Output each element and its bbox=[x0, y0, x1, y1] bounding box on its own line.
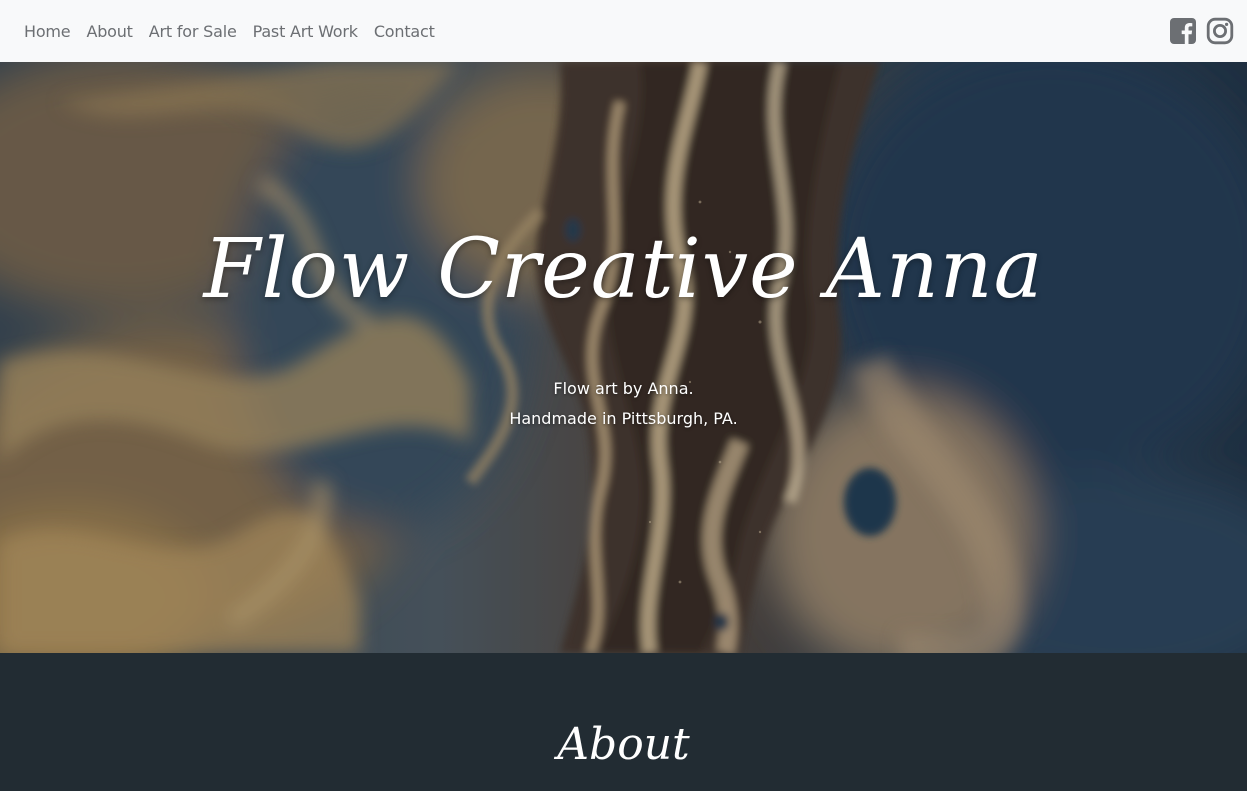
hero-overlay bbox=[0, 62, 1247, 653]
nav-link-about[interactable]: About bbox=[86, 22, 133, 41]
about-section: About bbox=[0, 653, 1247, 791]
nav-link-contact[interactable]: Contact bbox=[374, 22, 435, 41]
hero-title: Flow Creative Anna bbox=[203, 222, 1044, 317]
about-heading: About bbox=[557, 719, 690, 770]
nav-link-past-art-work[interactable]: Past Art Work bbox=[253, 22, 358, 41]
nav-links: Home About Art for Sale Past Art Work Co… bbox=[24, 22, 435, 41]
nav-link-art-for-sale[interactable]: Art for Sale bbox=[149, 22, 237, 41]
hero-section: Flow Creative Anna Flow art by Anna. Han… bbox=[0, 62, 1247, 653]
hero-subtitle-line1: Flow art by Anna. bbox=[553, 379, 694, 398]
facebook-square-icon[interactable] bbox=[1169, 17, 1197, 45]
social-links bbox=[1169, 17, 1234, 45]
top-navbar: Home About Art for Sale Past Art Work Co… bbox=[0, 0, 1247, 62]
hero-subtitle-line2: Handmade in Pittsburgh, PA. bbox=[509, 409, 738, 428]
nav-link-home[interactable]: Home bbox=[24, 22, 71, 41]
instagram-icon[interactable] bbox=[1206, 17, 1234, 45]
